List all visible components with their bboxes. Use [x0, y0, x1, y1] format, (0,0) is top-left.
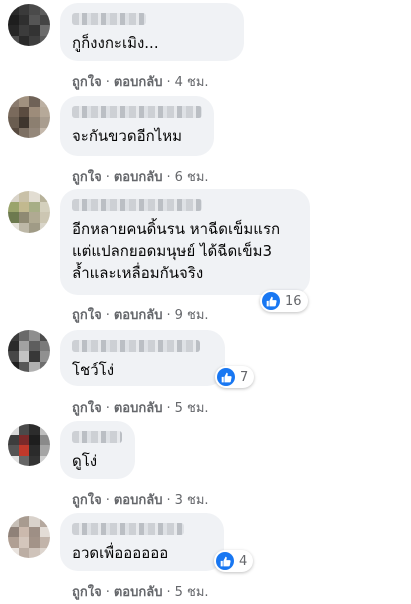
- reaction-badge[interactable]: 16: [260, 290, 308, 312]
- thumbs-up-icon: [216, 552, 234, 570]
- comment-actions: ถูกใจ · ตอบกลับ · 6 ชม.: [72, 166, 209, 187]
- author-name-blurred[interactable]: [72, 199, 202, 211]
- timestamp[interactable]: 5 ชม.: [175, 585, 209, 600]
- author-name-blurred[interactable]: [72, 431, 122, 443]
- reply-link[interactable]: ตอบกลับ: [114, 493, 163, 508]
- reaction-badge[interactable]: 7: [215, 366, 255, 388]
- reaction-count: 4: [239, 553, 248, 569]
- comment-text: โชว์โง่: [72, 361, 115, 379]
- comment-bubble: อีกหลายคนดิ้นรน หาฉีดเข็มแรก แต่แปลกยอดม…: [60, 189, 310, 295]
- avatar[interactable]: [8, 516, 50, 558]
- comment-actions: ถูกใจ · ตอบกลับ · 5 ชม.: [72, 397, 209, 418]
- comment-actions: ถูกใจ · ตอบกลับ · 3 ชม.: [72, 489, 209, 510]
- timestamp[interactable]: 6 ชม.: [175, 170, 209, 185]
- separator: ·: [166, 308, 171, 323]
- separator: ·: [105, 585, 110, 600]
- reply-link[interactable]: ตอบกลับ: [114, 585, 163, 600]
- timestamp[interactable]: 5 ชม.: [175, 401, 209, 416]
- timestamp[interactable]: 4 ชม.: [175, 75, 209, 90]
- avatar[interactable]: [8, 424, 50, 466]
- comment-text: อวดเพื่ออออออ: [72, 544, 169, 562]
- comment-bubble: ดูโง่: [60, 421, 135, 479]
- separator: ·: [166, 401, 171, 416]
- reply-link[interactable]: ตอบกลับ: [114, 308, 163, 323]
- author-name-blurred[interactable]: [72, 523, 184, 535]
- like-link[interactable]: ถูกใจ: [72, 170, 102, 185]
- thumbs-up-icon: [217, 368, 235, 386]
- comment-text: จะกันขวดอีกไหม: [72, 127, 183, 145]
- avatar[interactable]: [8, 4, 50, 46]
- comment-actions: ถูกใจ · ตอบกลับ · 4 ชม.: [72, 71, 209, 92]
- author-name-blurred[interactable]: [72, 340, 200, 352]
- author-name-blurred[interactable]: [72, 106, 202, 118]
- separator: ·: [105, 493, 110, 508]
- separator: ·: [166, 493, 171, 508]
- comment-bubble: กูก็งงกะเมิง...: [60, 3, 244, 61]
- comment-text: อีกหลายคนดิ้นรน หาฉีดเข็มแรก แต่แปลกยอดม…: [72, 220, 281, 282]
- avatar[interactable]: [8, 330, 50, 372]
- separator: ·: [105, 401, 110, 416]
- like-link[interactable]: ถูกใจ: [72, 75, 102, 90]
- timestamp[interactable]: 9 ชม.: [175, 308, 209, 323]
- reply-link[interactable]: ตอบกลับ: [114, 170, 163, 185]
- reply-link[interactable]: ตอบกลับ: [114, 401, 163, 416]
- like-link[interactable]: ถูกใจ: [72, 585, 102, 600]
- author-name-blurred[interactable]: [72, 13, 146, 25]
- separator: ·: [166, 585, 171, 600]
- comment-actions: ถูกใจ · ตอบกลับ · 5 ชม.: [72, 581, 209, 602]
- comment-bubble: จะกันขวดอีกไหม: [60, 96, 214, 156]
- like-link[interactable]: ถูกใจ: [72, 493, 102, 508]
- reaction-count: 7: [240, 369, 249, 385]
- timestamp[interactable]: 3 ชม.: [175, 493, 209, 508]
- reaction-count: 16: [285, 293, 302, 309]
- comment-text: กูก็งงกะเมิง...: [72, 34, 159, 52]
- separator: ·: [166, 75, 171, 90]
- separator: ·: [105, 75, 110, 90]
- comment-bubble: อวดเพื่ออออออ: [60, 513, 224, 571]
- like-link[interactable]: ถูกใจ: [72, 308, 102, 323]
- separator: ·: [105, 170, 110, 185]
- reaction-badge[interactable]: 4: [214, 550, 254, 572]
- like-link[interactable]: ถูกใจ: [72, 401, 102, 416]
- separator: ·: [105, 308, 110, 323]
- avatar[interactable]: [8, 191, 50, 233]
- avatar[interactable]: [8, 96, 50, 138]
- comment-text: ดูโง่: [72, 452, 98, 470]
- separator: ·: [166, 170, 171, 185]
- thumbs-up-icon: [262, 292, 280, 310]
- comment-bubble: โชว์โง่: [60, 330, 225, 386]
- comment-actions: ถูกใจ · ตอบกลับ · 9 ชม.: [72, 304, 209, 325]
- reply-link[interactable]: ตอบกลับ: [114, 75, 163, 90]
